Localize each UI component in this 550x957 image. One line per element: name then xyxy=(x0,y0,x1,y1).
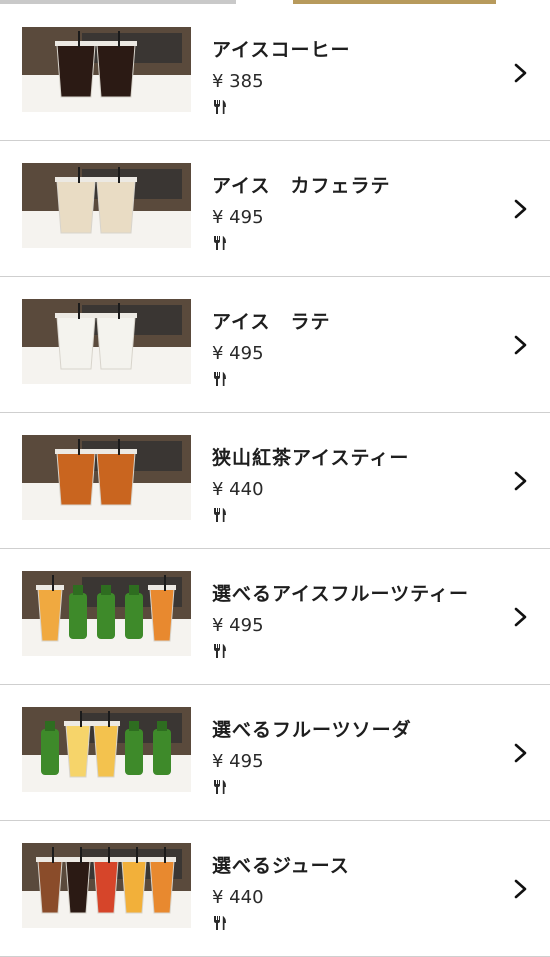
menu-item-price: ¥ 495 xyxy=(212,615,264,636)
menu-item[interactable]: アイス ラテ ¥ 495 xyxy=(0,277,550,413)
chevron-right-icon[interactable] xyxy=(513,878,529,900)
menu-item[interactable]: アイスコーヒー ¥ 385 xyxy=(0,5,550,141)
cutlery-icon xyxy=(214,916,226,930)
menu-item-price: ¥ 495 xyxy=(212,343,264,364)
menu-item-name: 選べるジュース xyxy=(212,855,350,877)
tab-indicator-inactive xyxy=(0,0,236,4)
menu-item-name: アイス カフェラテ xyxy=(212,175,391,197)
drink-photo xyxy=(22,707,191,792)
menu-item[interactable]: アイス カフェラテ ¥ 495 xyxy=(0,141,550,277)
chevron-right-icon[interactable] xyxy=(513,606,529,628)
menu-item[interactable]: 選べるフルーツソーダ ¥ 495 xyxy=(0,685,550,821)
menu-item-name: アイス ラテ xyxy=(212,311,331,333)
menu-item-price: ¥ 385 xyxy=(212,71,264,92)
menu-item-name: 選べるフルーツソーダ xyxy=(212,719,412,741)
drink-photo xyxy=(22,571,191,656)
menu-item-price: ¥ 440 xyxy=(212,479,264,500)
menu-item[interactable]: 狭山紅茶アイスティー ¥ 440 xyxy=(0,413,550,549)
menu-item-price: ¥ 440 xyxy=(212,887,264,908)
menu-item[interactable]: 選べるジュース ¥ 440 xyxy=(0,821,550,957)
cutlery-icon xyxy=(214,372,226,386)
cutlery-icon xyxy=(214,780,226,794)
chevron-right-icon[interactable] xyxy=(513,334,529,356)
menu-item-name: 選べるアイスフルーツティー xyxy=(212,583,469,605)
cutlery-icon xyxy=(214,508,226,522)
cutlery-icon xyxy=(214,644,226,658)
menu-item[interactable]: 選べるアイスフルーツティー ¥ 495 xyxy=(0,549,550,685)
menu-item-name: アイスコーヒー xyxy=(212,39,351,61)
chevron-right-icon[interactable] xyxy=(513,470,529,492)
menu-item-name: 狭山紅茶アイスティー xyxy=(212,447,410,469)
chevron-right-icon[interactable] xyxy=(513,62,529,84)
drink-photo xyxy=(22,435,191,520)
menu-item-price: ¥ 495 xyxy=(212,751,264,772)
menu-list: アイスコーヒー ¥ 385 アイス カフェラテ ¥ 495 アイス ラテ ¥ 495 狭山紅… xyxy=(0,5,550,957)
menu-item-price: ¥ 495 xyxy=(212,207,264,228)
chevron-right-icon[interactable] xyxy=(513,742,529,764)
drink-photo xyxy=(22,27,191,112)
tab-indicator-active xyxy=(293,0,496,4)
drink-photo xyxy=(22,843,191,928)
cutlery-icon xyxy=(214,236,226,250)
cutlery-icon xyxy=(214,100,226,114)
chevron-right-icon[interactable] xyxy=(513,198,529,220)
drink-photo xyxy=(22,299,191,384)
drink-photo xyxy=(22,163,191,248)
